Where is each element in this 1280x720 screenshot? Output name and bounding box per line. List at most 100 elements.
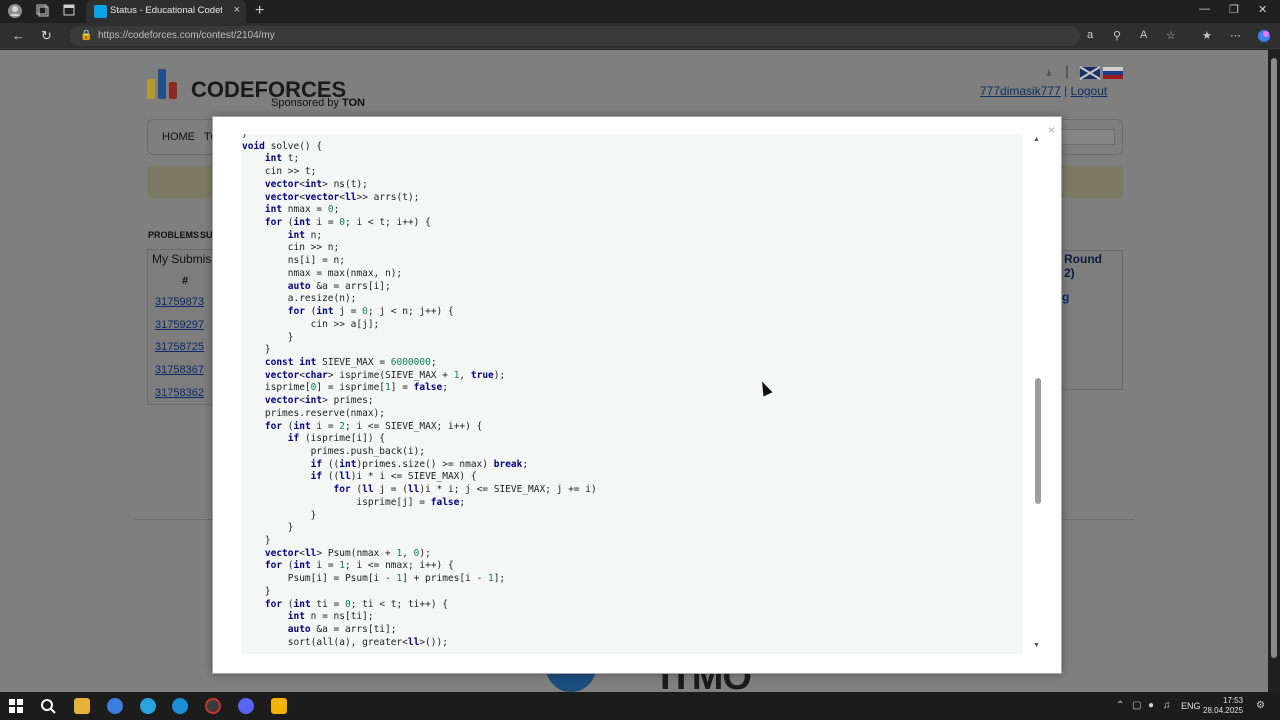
code-line: sort(all(a), greater<ll>()); (242, 636, 448, 648)
minimize-icon[interactable]: — (1199, 3, 1210, 15)
username-link[interactable]: 777dimasik777 (980, 84, 1061, 98)
more-menu-icon[interactable]: ⋯ (1230, 29, 1241, 42)
code-line: ns[i] = n; (242, 255, 345, 267)
lock-icon: 🔒 (80, 30, 93, 41)
code-line: if ((int)primes.size() >= nmax) break; (310, 458, 529, 470)
language-selector (1043, 64, 1123, 85)
file-explorer-icon[interactable] (74, 698, 90, 714)
tray-chevron-icon[interactable]: ⌃ (1116, 700, 1124, 711)
copilot-icon[interactable] (1257, 29, 1271, 46)
notifications-icon[interactable]: ⚙ (1256, 700, 1265, 711)
tab-close-icon[interactable]: × (234, 4, 240, 16)
browser-tab-bar: Status - Educational Codeforces R × + — … (0, 0, 1280, 23)
new-tab-button[interactable]: + (255, 2, 264, 20)
code-line: vector<int> primes; (264, 395, 374, 407)
discord-icon[interactable] (238, 698, 254, 714)
code-line: isprime[0] = isprime[1] = false; (242, 382, 448, 394)
code-line: isprime[j] = false; (242, 496, 466, 508)
chrome-icon[interactable] (107, 698, 123, 714)
telegram-icon[interactable] (140, 698, 156, 714)
windows-taskbar: ⌃ ▢ ● ♫ ENG 17:53 28.04.2025 ⚙ (0, 692, 1280, 720)
tiles-app-icon[interactable] (271, 698, 287, 714)
workspaces-icon[interactable] (33, 3, 51, 20)
page-scroll-thumb[interactable] (1271, 58, 1277, 658)
submission-row[interactable]: 31758367 (155, 364, 204, 376)
clock-time: 17:53 (1223, 696, 1244, 705)
modal-scrollbar[interactable]: ▲ ▼ (1031, 134, 1045, 654)
submission-row[interactable]: 31758362 (155, 387, 204, 399)
contest-sidebar-box: Round 2) g (1059, 250, 1123, 390)
start-icon[interactable] (8, 698, 24, 714)
code-lines: }void solve() { int t; cin >> t; vector<… (242, 134, 597, 649)
code-line: vector<ll> Psum(nmax + 1, 0); (264, 547, 431, 559)
source-code-view[interactable]: }void solve() { int t; cin >> t; vector<… (241, 134, 1023, 654)
favorite-star-icon[interactable]: ☆ (1166, 29, 1176, 42)
code-line: a.resize(n); (242, 293, 357, 305)
microphone-icon[interactable]: ● (1148, 700, 1154, 711)
logout-link[interactable]: Logout (1071, 84, 1108, 98)
scroll-up-icon[interactable]: ▲ (1033, 136, 1040, 143)
read-aloud-icon[interactable]: A (1140, 29, 1147, 41)
code-line: auto &a = arrs[i]; (287, 280, 391, 292)
edge-icon[interactable] (172, 698, 188, 714)
menu-home[interactable]: HOME (162, 131, 195, 143)
submission-row[interactable]: 31759297 (155, 319, 204, 331)
page-scrollbar[interactable] (1268, 50, 1280, 692)
restore-icon[interactable]: ❐ (1229, 3, 1239, 16)
modal-scroll-thumb[interactable] (1035, 378, 1041, 504)
code-line: int n = ns[ti]; (287, 611, 374, 623)
sponsored-line: Sponsored by TON (271, 97, 365, 109)
bell-and-flags-icon[interactable] (1043, 64, 1123, 80)
language-indicator[interactable]: ENG (1181, 701, 1201, 711)
code-line: if (isprime[i]) { (287, 433, 386, 445)
id-column-header: # (182, 275, 189, 287)
code-line: for (int i = 0; i < t; i++) { (264, 217, 431, 229)
user-area: 777dimasik777 | Logout (980, 84, 1107, 98)
clock-date: 28.04.2025 (1203, 706, 1244, 715)
submissions-header: My Submis (152, 252, 212, 266)
code-line: Psum[i] = Psum[i - 1] + primes[i - 1]; (242, 573, 506, 585)
round-link[interactable]: g (1062, 290, 1069, 304)
window-close-icon[interactable]: ✕ (1258, 3, 1267, 16)
code-line: } (242, 134, 597, 141)
source-code-modal: × }void solve() { int t; cin >> t; vecto… (212, 116, 1062, 674)
code-line: for (int ti = 0; ti < t; ti++) { (264, 598, 448, 610)
tab-status[interactable]: Status - Educational Codeforces R × (86, 0, 246, 23)
code-line: int t; (264, 153, 300, 165)
translate-icon[interactable]: а (1087, 29, 1093, 41)
app-icon[interactable] (205, 698, 221, 714)
code-line: primes.reserve(nmax); (242, 407, 385, 419)
clock[interactable]: 17:53 28.04.2025 (1203, 696, 1243, 716)
round-title-line1: Round (1064, 252, 1102, 266)
round-title-line2: 2) (1064, 266, 1075, 280)
code-line: for (int i = 2; i <= SIEVE_MAX; i++) { (264, 420, 483, 432)
user-separator: | (1064, 84, 1068, 98)
code-line: auto &a = arrs[ti]; (287, 624, 397, 636)
code-line: void solve() { (242, 140, 323, 152)
tab-actions-icon[interactable] (60, 3, 78, 20)
code-line: cin >> t; (242, 166, 317, 178)
code-line: } (242, 509, 317, 521)
favorites-icon[interactable]: ★ (1202, 29, 1212, 42)
sponsored-prefix: Sponsored by (271, 97, 339, 109)
zoom-icon[interactable]: ⚲ (1113, 29, 1121, 42)
url-field[interactable]: 🔒 https://codeforces.com/contest/2104/my (70, 26, 1080, 46)
code-line: } (242, 585, 271, 597)
code-line: vector<char> isprime(SIEVE_MAX + 1, true… (264, 369, 506, 381)
submission-row[interactable]: 31758725 (155, 341, 204, 353)
profile-icon[interactable] (6, 3, 24, 20)
code-line: primes.push_back(i); (242, 445, 426, 457)
scroll-down-icon[interactable]: ▼ (1033, 642, 1040, 649)
volume-icon[interactable]: ♫ (1163, 700, 1171, 711)
round-title[interactable]: Round 2) (1064, 252, 1102, 280)
back-icon[interactable]: ← (12, 28, 25, 43)
code-line: } (242, 522, 294, 534)
tray-device-icon[interactable]: ▢ (1132, 700, 1141, 711)
code-line: cin >> a[j]; (242, 318, 380, 330)
code-line: for (int j = 0; j < n; j++) { (287, 306, 454, 318)
submission-row[interactable]: 31759873 (155, 296, 204, 308)
search-icon[interactable] (40, 698, 56, 714)
modal-close-icon[interactable]: × (1048, 123, 1055, 137)
tab-problems[interactable]: PROBLEMS (148, 230, 199, 240)
refresh-icon[interactable]: ↻ (41, 28, 52, 44)
